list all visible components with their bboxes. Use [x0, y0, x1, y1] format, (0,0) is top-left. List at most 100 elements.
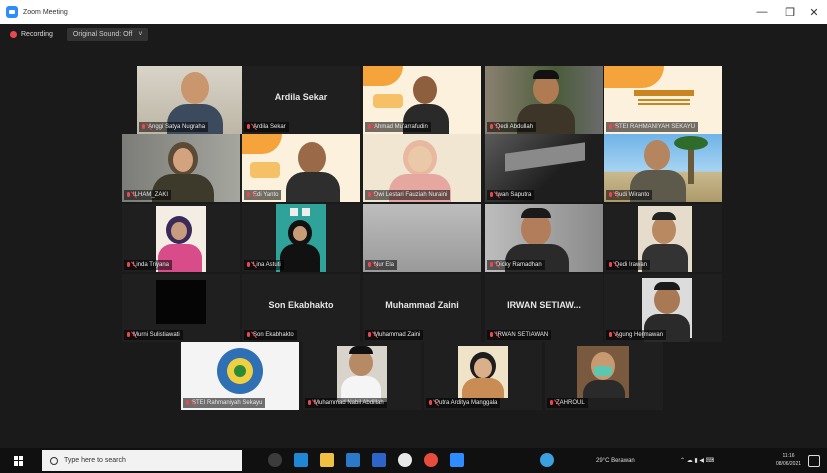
- muted-mic-icon: [608, 261, 613, 269]
- video-tile[interactable]: Putra Arditya Manggala: [424, 342, 542, 410]
- video-tile[interactable]: Anggi Satya Nugraha: [137, 66, 255, 134]
- participant-video: [413, 76, 437, 104]
- muted-mic-icon: [489, 331, 494, 339]
- gallery-view: Anggi Satya Nugraha Ardila Sekar Ardila …: [0, 44, 827, 448]
- muted-mic-icon: [608, 123, 613, 131]
- video-tile[interactable]: Ardila Sekar Ardila Sekar: [242, 66, 360, 134]
- muted-mic-icon: [246, 261, 251, 269]
- taskbar-app-icon[interactable]: [540, 453, 554, 467]
- video-tile[interactable]: Agung Hermawan: [604, 274, 722, 342]
- muted-mic-icon: [367, 123, 372, 131]
- video-tile[interactable]: Dedi Abdullah: [485, 66, 603, 134]
- clock-time: 11:16: [782, 453, 795, 459]
- participant-name-tag: Murni Sulistiawati: [124, 330, 183, 340]
- task-view-icon[interactable]: [268, 453, 282, 467]
- participant-display-name: Ardila Sekar: [274, 92, 328, 102]
- participant-name-tag: Ahmad Mu'arrafudin: [365, 122, 431, 132]
- muted-mic-icon: [428, 399, 433, 407]
- recording-indicator[interactable]: Recording: [10, 30, 53, 38]
- video-tile[interactable]: Dwi Lestari Fauziah Nuraini: [363, 134, 481, 202]
- muted-mic-icon: [246, 191, 251, 199]
- title-bar: Zoom Meeting — ❒ ✕: [0, 0, 827, 24]
- search-icon: [50, 456, 58, 465]
- video-tile[interactable]: Dedi Irawan: [604, 204, 722, 272]
- participant-display-name: Muhammad Zaini: [385, 300, 459, 310]
- participant-name-tag: Iwan Saputra: [487, 190, 535, 200]
- word-icon[interactable]: [372, 453, 386, 467]
- video-tile[interactable]: Muhammad Nabil Abdillah: [303, 342, 421, 410]
- chrome-icon[interactable]: [424, 453, 438, 467]
- participant-video: [652, 216, 676, 244]
- clock-date: 08/06/2021: [776, 461, 802, 467]
- participant-name-tag: Dedi Abdullah: [487, 122, 537, 132]
- muted-mic-icon: [608, 331, 613, 339]
- muted-mic-icon: [608, 191, 613, 199]
- participant-name-tag: STEI Rahmaniyah Sekayu: [183, 398, 266, 408]
- file-explorer-icon[interactable]: [320, 453, 334, 467]
- video-tile[interactable]: Murni Sulistiawati: [122, 274, 240, 342]
- participant-name-tag: Linda Triyana: [124, 260, 173, 270]
- muted-mic-icon: [246, 331, 251, 339]
- recording-label: Recording: [21, 30, 53, 38]
- muted-mic-icon: [185, 399, 190, 407]
- participant-name-tag: ILHAM_ZAKI: [124, 190, 172, 200]
- participant-name-tag: Dicky Ramadhan: [487, 260, 545, 270]
- muted-mic-icon: [489, 191, 494, 199]
- original-sound-button[interactable]: Original Sound: Off ˅: [66, 27, 149, 41]
- video-tile[interactable]: Edi Yanto: [242, 134, 360, 202]
- store-icon[interactable]: [346, 453, 360, 467]
- weather-widget[interactable]: 29°C Berawan: [596, 448, 635, 473]
- system-tray-icons[interactable]: ⌃ ☁ ▮ ◀ ⌨: [680, 448, 714, 473]
- participant-display-name: Son Ekabhakto: [268, 300, 334, 310]
- video-tile[interactable]: Lina Astuti: [242, 204, 360, 272]
- face-mask: [594, 366, 612, 376]
- muted-mic-icon: [126, 191, 131, 199]
- participant-name-tag: Agung Hermawan: [606, 330, 667, 340]
- participant-name-tag: Budi Wiranto: [606, 190, 653, 200]
- edge-browser-icon[interactable]: [294, 453, 308, 467]
- muted-mic-icon: [141, 123, 146, 131]
- zoom-taskbar-icon[interactable]: [450, 453, 464, 467]
- muted-mic-icon: [549, 399, 554, 407]
- muted-mic-icon: [367, 331, 372, 339]
- muted-mic-icon: [246, 123, 251, 131]
- video-tile-active-speaker[interactable]: STEI Rahmaniyah Sekayu: [181, 342, 299, 410]
- participant-video: [156, 280, 206, 324]
- video-tile[interactable]: Ahmad Mu'arrafudin: [363, 66, 481, 134]
- participant-video: [644, 140, 670, 170]
- taskbar-clock[interactable]: 11:16 08/06/2021: [776, 452, 801, 468]
- video-tile[interactable]: ZAHROUL: [545, 342, 663, 410]
- muted-mic-icon: [489, 261, 494, 269]
- participant-name-tag: Son Ekabhakto: [244, 330, 297, 340]
- participant-name-tag: IRWAN SETIAWAN: [487, 330, 552, 340]
- minimize-button[interactable]: —: [748, 0, 776, 24]
- participant-name-tag: Putra Arditya Manggala: [426, 398, 501, 408]
- participant-name-tag: Nur Ela: [365, 260, 398, 270]
- participant-name-tag: ZAHROUL: [547, 398, 588, 408]
- participant-name-tag: Lina Astuti: [244, 260, 284, 270]
- close-button[interactable]: ✕: [800, 0, 827, 24]
- participant-name-tag: Muhammad Nabil Abdillah: [305, 398, 387, 408]
- video-tile[interactable]: Budi Wiranto: [604, 134, 722, 202]
- participant-name-tag: Dwi Lestari Fauziah Nuraini: [365, 190, 451, 200]
- video-tile[interactable]: Muhammad Zaini Muhammad Zaini: [363, 274, 481, 342]
- video-tile[interactable]: Iwan Saputra: [485, 134, 603, 202]
- video-tile[interactable]: STEI RAHMANIYAH SEKAYU: [604, 66, 722, 134]
- windows-start-icon[interactable]: [14, 455, 24, 466]
- participant-name-tag: Anggi Satya Nugraha: [139, 122, 209, 132]
- notification-icon[interactable]: [808, 455, 820, 467]
- participant-name-tag: STEI RAHMANIYAH SEKAYU: [606, 122, 699, 132]
- taskbar-search-box[interactable]: Type here to search: [42, 450, 242, 471]
- recording-dot-icon: [10, 30, 17, 38]
- video-tile[interactable]: Dicky Ramadhan: [485, 204, 603, 272]
- video-tile[interactable]: IRWAN SETIAW... IRWAN SETIAWAN: [485, 274, 603, 342]
- participant-name-tag: Muhammad Zaini: [365, 330, 424, 340]
- search-placeholder: Type here to search: [64, 457, 126, 464]
- video-tile[interactable]: Son Ekabhakto Son Ekabhakto: [242, 274, 360, 342]
- video-tile[interactable]: Nur Ela: [363, 204, 481, 272]
- video-tile[interactable]: Linda Triyana: [122, 204, 240, 272]
- lightning-app-icon[interactable]: [398, 453, 412, 467]
- video-tile[interactable]: ILHAM_ZAKI: [122, 134, 240, 202]
- meeting-toolbar: Recording Original Sound: Off ˅: [0, 24, 827, 44]
- participant-video: [181, 72, 209, 104]
